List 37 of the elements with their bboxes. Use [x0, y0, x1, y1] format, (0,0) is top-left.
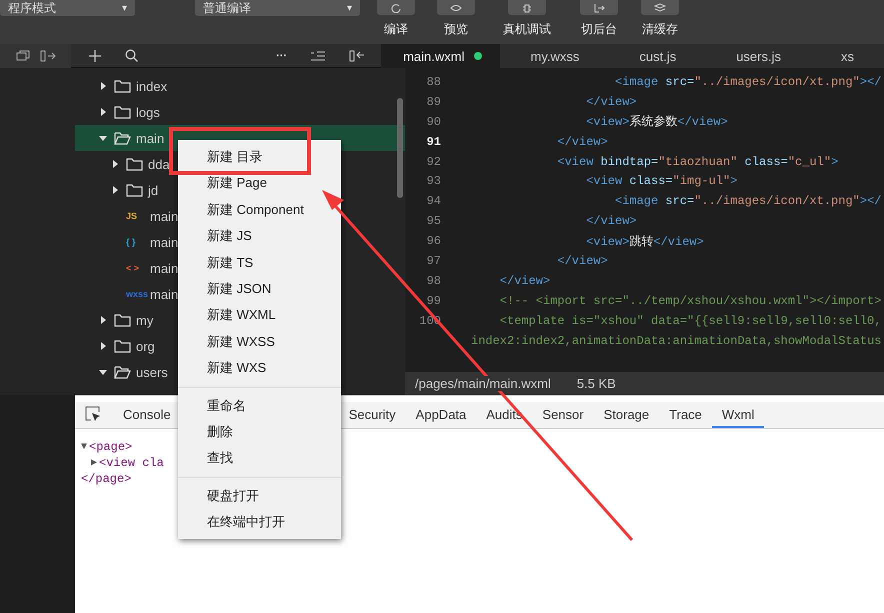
- line-number: 96: [426, 234, 442, 248]
- toolbar-label: 真机调试: [503, 21, 551, 38]
- line-number: 92: [426, 154, 442, 168]
- code-line: <view>系统参数</view>: [586, 114, 728, 130]
- code-line: <!-- <import src="../temp/xshou/xshou.wxml"></import>: [500, 294, 882, 308]
- line-number: 89: [426, 94, 442, 109]
- code-line: </view>: [586, 94, 637, 109]
- toolbar-label: 切后台: [581, 21, 617, 38]
- code-line: <template is="xshou" data="{{sell9:sell9,sell0:sell0,: [500, 314, 882, 328]
- code-line: <image src="../images/icon/xt.png"></: [615, 74, 882, 89]
- line-number: 99: [426, 294, 442, 308]
- code-line: </view>: [557, 254, 608, 268]
- code-line: </view>: [500, 274, 550, 288]
- toolbar-label: 编译: [384, 21, 408, 38]
- line-number: 95: [426, 214, 442, 228]
- toolbar-label: 预览: [444, 21, 468, 38]
- code-line: <view>跳转</view>: [586, 234, 704, 250]
- line-number: 88: [426, 74, 442, 89]
- line-number: 91: [426, 134, 442, 149]
- line-number: 98: [426, 274, 442, 288]
- line-number: 93: [426, 174, 442, 188]
- code-line: <image src="../images/icon/xt.png"></: [615, 194, 882, 208]
- line-number: 94: [426, 194, 442, 208]
- file-type-icon: < >: [126, 263, 150, 273]
- code-line: <view class="img-ul">: [586, 174, 738, 188]
- file-type-icon: wxss: [126, 289, 150, 299]
- code-line: </view>: [557, 134, 608, 149]
- file-path: /pages/main/main.wxml: [415, 376, 551, 391]
- file-type-icon: { }: [126, 237, 150, 247]
- code-line: <view bindtap="tiaozhuan" class="c_ul">: [557, 154, 838, 168]
- code-line: </view>: [586, 214, 637, 228]
- code-line: index2:index2,animationData:animationData,showModalStatus: [471, 334, 882, 348]
- line-number: 90: [426, 114, 442, 129]
- line-number: 97: [426, 254, 442, 268]
- file-type-icon: JS: [126, 211, 150, 221]
- toolbar-label: 清缓存: [642, 21, 678, 38]
- file-size: 5.5 KB: [576, 376, 616, 391]
